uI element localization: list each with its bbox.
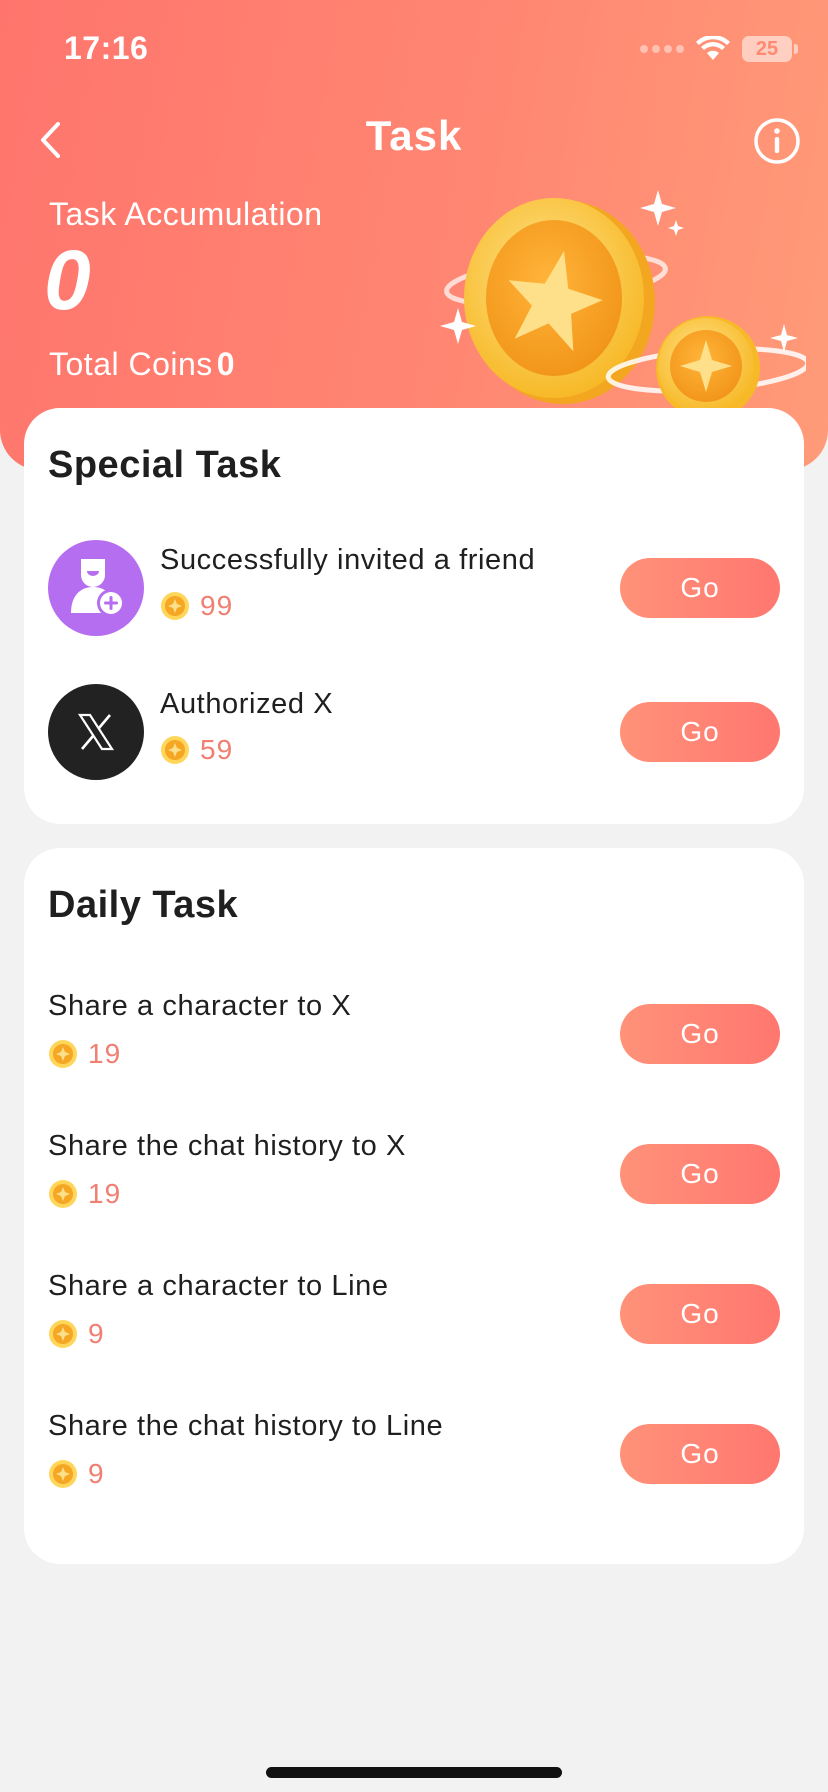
daily-task-row: Share a character to Line 9 Go: [24, 1270, 804, 1370]
coin-icon: [49, 1040, 77, 1068]
task-reward: 9: [48, 1458, 105, 1490]
task-reward-value: 9: [88, 1458, 105, 1489]
go-button-share-chat-x[interactable]: Go: [620, 1144, 780, 1204]
task-reward: 59: [160, 734, 233, 766]
task-reward-value: 19: [88, 1178, 122, 1209]
task-reward: 19: [48, 1038, 121, 1070]
task-label: Share a character to X: [48, 990, 352, 1022]
wifi-icon: [696, 36, 730, 60]
task-reward: 9: [48, 1318, 105, 1350]
coin-icon: [49, 1460, 77, 1488]
coin-icon: [49, 1180, 77, 1208]
total-coins-label: Total Coins: [49, 346, 213, 382]
status-time: 17:16: [64, 30, 149, 66]
task-label: Share the chat history to X: [48, 1130, 406, 1162]
special-task-title: Special Task: [48, 444, 282, 486]
invite-friend-icon: [48, 540, 144, 636]
coin-icon: [161, 736, 189, 764]
cellular-signal-icon: [640, 45, 684, 53]
daily-task-row: Share the chat history to Line 9 Go: [24, 1410, 804, 1510]
go-button-share-character-x[interactable]: Go: [620, 1004, 780, 1064]
daily-task-row: Share the chat history to X 19 Go: [24, 1130, 804, 1230]
info-button[interactable]: [752, 116, 802, 166]
go-button-share-character-line[interactable]: Go: [620, 1284, 780, 1344]
page-title: Task: [365, 112, 463, 159]
task-label: Share a character to Line: [48, 1270, 389, 1302]
battery-icon: 25: [742, 36, 798, 62]
total-coins: Total Coins 0: [49, 346, 235, 383]
task-reward: 99: [160, 590, 233, 622]
task-screen: 17:16 25 Task Task Accumulation 0 Total …: [0, 0, 828, 1792]
coins-illustration-icon: [440, 190, 806, 420]
info-icon: [754, 118, 800, 164]
task-label: Successfully invited a friend: [160, 544, 536, 576]
task-reward-value: 19: [88, 1038, 122, 1069]
special-task-row-authorize-x: Authorized X 59 Go: [24, 684, 804, 784]
task-accumulation-value: 0: [44, 233, 91, 327]
go-button-share-chat-line[interactable]: Go: [620, 1424, 780, 1484]
total-coins-value: 0: [216, 346, 236, 382]
home-indicator[interactable]: [266, 1767, 562, 1778]
special-task-card: Special Task Successfully invited a frie…: [24, 408, 804, 824]
task-reward-value: 99: [200, 590, 234, 621]
daily-task-row: Share a character to X 19 Go: [24, 990, 804, 1090]
task-label: Authorized X: [160, 688, 334, 720]
daily-task-title: Daily Task: [48, 884, 239, 926]
coin-icon: [49, 1320, 77, 1348]
special-task-row-invite: Successfully invited a friend 99 Go: [24, 540, 804, 640]
coin-icon: [161, 592, 189, 620]
task-reward-value: 9: [88, 1318, 105, 1349]
go-button-authorize-x[interactable]: Go: [620, 702, 780, 762]
daily-task-card: Daily Task Share a character to X 19 Go …: [24, 848, 804, 1564]
task-reward: 19: [48, 1178, 121, 1210]
go-button-invite-friend[interactable]: Go: [620, 558, 780, 618]
x-logo-icon: [48, 684, 144, 780]
task-label: Share the chat history to Line: [48, 1410, 444, 1442]
status-indicators: 25: [640, 32, 798, 66]
task-accumulation-label: Task Accumulation: [49, 196, 323, 232]
task-reward-value: 59: [200, 734, 234, 765]
